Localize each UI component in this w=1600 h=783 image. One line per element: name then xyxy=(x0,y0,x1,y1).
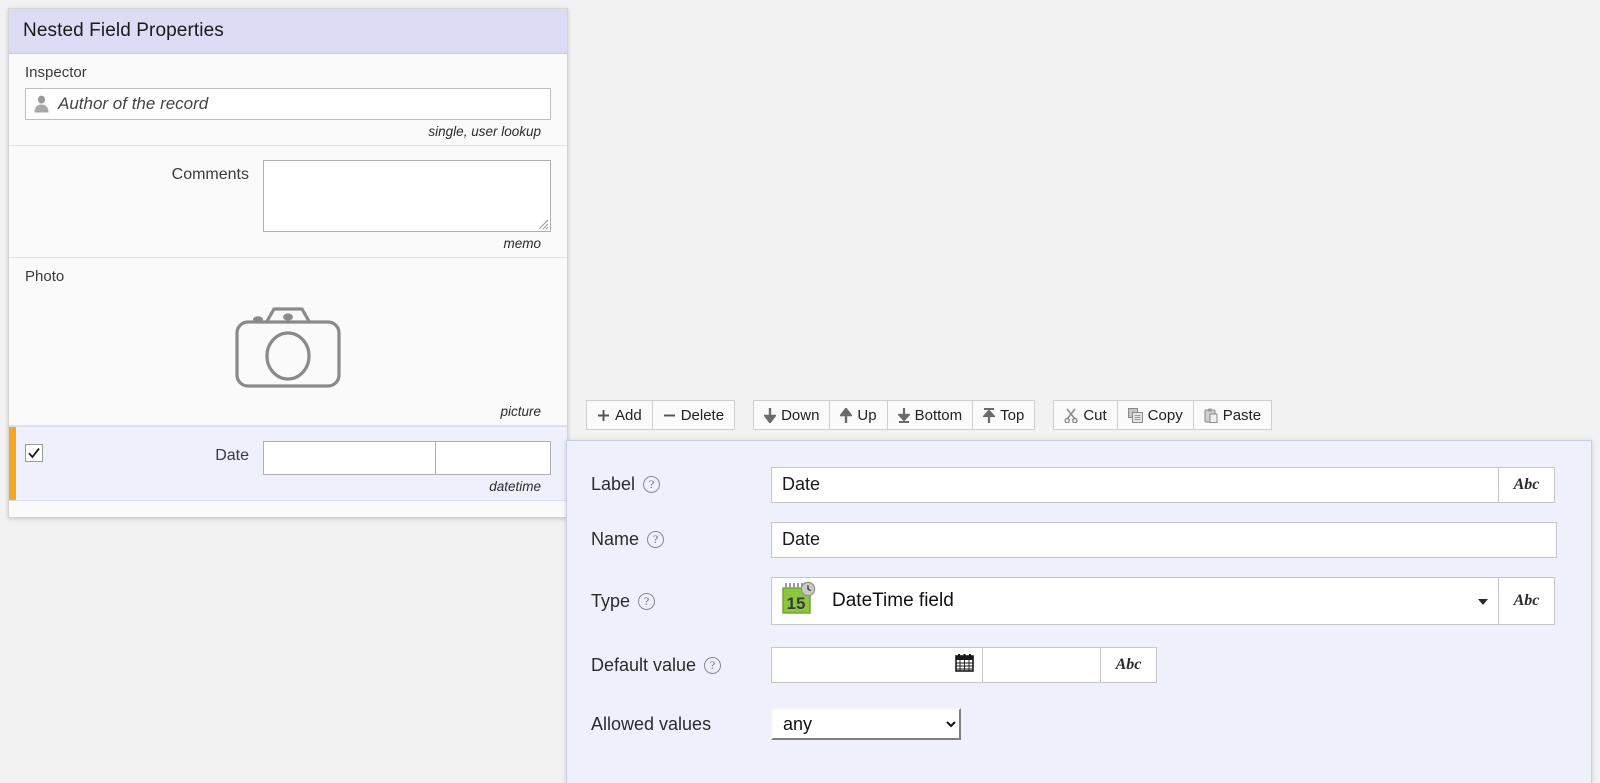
toolbar-group-edit: Add Delete xyxy=(586,400,735,430)
plus-icon xyxy=(597,409,610,422)
allowed-values-text: Allowed values xyxy=(591,714,711,735)
date-row-checkbox[interactable] xyxy=(25,444,43,462)
copy-button[interactable]: Copy xyxy=(1117,400,1193,430)
form-row-inspector[interactable]: Inspector Author of the record single, u… xyxy=(9,54,567,146)
help-icon[interactable]: ? xyxy=(647,531,664,548)
name-field-wrap: Date xyxy=(771,522,1557,558)
camera-icon xyxy=(234,300,342,390)
property-row-type: Type ? 15 xyxy=(567,567,1591,635)
field-editor-toolbar: Add Delete Down Up xyxy=(586,400,1272,430)
property-row-label: Label ? Date Abc xyxy=(567,457,1591,512)
move-top-button[interactable]: Top xyxy=(972,400,1035,430)
time-part-input[interactable] xyxy=(435,441,551,475)
svg-text:15: 15 xyxy=(787,594,806,613)
name-text: Name xyxy=(591,529,639,550)
property-label-type: Type ? xyxy=(591,591,771,612)
move-up-label: Up xyxy=(857,407,876,424)
arrow-down-icon xyxy=(764,408,776,423)
calendar-icon[interactable] xyxy=(955,653,974,677)
label-text: Label xyxy=(591,474,635,495)
person-icon xyxy=(33,95,50,113)
label-input[interactable]: Date xyxy=(771,467,1499,503)
add-button[interactable]: Add xyxy=(586,400,652,430)
field-type-hint-photo: picture xyxy=(25,404,551,419)
default-value-field-wrap: Abc xyxy=(771,647,1157,683)
field-type-hint-comments: memo xyxy=(25,236,551,251)
move-to-top-icon xyxy=(983,408,995,423)
help-icon[interactable]: ? xyxy=(643,476,660,493)
field-type-hint-date: datetime xyxy=(25,479,551,494)
default-value-text: Default value xyxy=(591,655,696,676)
copy-button-label: Copy xyxy=(1148,407,1183,424)
move-down-button[interactable]: Down xyxy=(753,400,829,430)
delete-button[interactable]: Delete xyxy=(652,400,735,430)
move-bottom-button[interactable]: Bottom xyxy=(887,400,973,430)
arrow-up-icon xyxy=(840,408,852,423)
minus-icon xyxy=(663,409,676,422)
field-label-date: Date xyxy=(25,441,263,465)
property-row-allowed-values: Allowed values any xyxy=(567,695,1591,753)
help-icon[interactable]: ? xyxy=(638,593,655,610)
property-label-default-value: Default value ? xyxy=(591,655,771,676)
date-input-group[interactable] xyxy=(263,441,551,475)
resize-grip-icon[interactable] xyxy=(535,216,549,230)
paste-button-label: Paste xyxy=(1223,407,1261,424)
label-field-wrap: Date Abc xyxy=(771,467,1555,503)
label-abc-button[interactable]: Abc xyxy=(1499,467,1555,503)
type-text: Type xyxy=(591,591,630,612)
default-value-abc-button[interactable]: Abc xyxy=(1101,647,1157,683)
add-button-label: Add xyxy=(615,407,642,424)
comments-memo-input[interactable] xyxy=(263,160,551,232)
form-row-date[interactable]: Date datetime xyxy=(9,426,567,501)
type-abc-button[interactable]: Abc xyxy=(1499,577,1555,625)
check-icon xyxy=(27,446,41,460)
move-down-label: Down xyxy=(781,407,819,424)
toolbar-group-clipboard: Cut Copy xyxy=(1053,400,1272,430)
page-title: Nested Field Properties xyxy=(23,20,224,42)
type-select-value: DateTime field xyxy=(832,590,954,612)
property-row-name: Name ? Date xyxy=(567,512,1591,567)
inspector-value: Author of the record xyxy=(58,94,208,114)
move-top-label: Top xyxy=(1000,407,1024,424)
date-part-input[interactable] xyxy=(263,441,435,475)
default-value-time-input[interactable] xyxy=(983,647,1101,683)
cut-button[interactable]: Cut xyxy=(1053,400,1116,430)
default-value-date-input[interactable] xyxy=(771,647,983,683)
form-row-comments[interactable]: Comments memo xyxy=(9,146,567,258)
field-label-comments: Comments xyxy=(25,160,263,184)
photo-placeholder[interactable] xyxy=(25,292,551,400)
toolbar-group-move: Down Up Bottom Top xyxy=(753,400,1035,430)
copy-icon xyxy=(1128,408,1143,423)
move-to-bottom-icon xyxy=(898,408,910,423)
move-bottom-label: Bottom xyxy=(915,407,963,424)
delete-button-label: Delete xyxy=(681,407,724,424)
field-properties-panel: Label ? Date Abc Name ? Date Type ? xyxy=(566,440,1592,783)
field-type-hint-inspector: single, user lookup xyxy=(25,124,551,139)
type-field-wrap: 15 DateTime field Abc xyxy=(771,577,1555,625)
paste-button[interactable]: Paste xyxy=(1193,400,1272,430)
nested-field-properties-panel: Nested Field Properties Inspector Author… xyxy=(8,8,568,518)
move-up-button[interactable]: Up xyxy=(829,400,886,430)
allowed-values-field-wrap: any xyxy=(771,708,961,740)
scissors-icon xyxy=(1064,408,1078,423)
name-input[interactable]: Date xyxy=(771,522,1557,558)
app-root: Nested Field Properties Inspector Author… xyxy=(0,0,1600,783)
field-label-inspector: Inspector xyxy=(25,64,551,81)
datetime-field-icon: 15 xyxy=(780,580,818,623)
form-row-photo[interactable]: Photo picture xyxy=(9,258,567,426)
type-select[interactable]: 15 DateTime field xyxy=(771,577,1499,625)
property-label-allowed-values: Allowed values xyxy=(591,714,771,735)
chevron-down-icon[interactable] xyxy=(1478,599,1488,605)
help-icon[interactable]: ? xyxy=(704,657,721,674)
clipboard-icon xyxy=(1204,408,1218,423)
inspector-input[interactable]: Author of the record xyxy=(25,88,551,120)
allowed-values-select[interactable]: any xyxy=(771,708,961,740)
panel-header: Nested Field Properties xyxy=(9,9,567,54)
cut-button-label: Cut xyxy=(1083,407,1106,424)
field-label-photo: Photo xyxy=(25,268,551,285)
property-row-default-value: Default value ? xyxy=(567,635,1591,695)
property-label-name: Name ? xyxy=(591,529,771,550)
property-label-label: Label ? xyxy=(591,474,771,495)
